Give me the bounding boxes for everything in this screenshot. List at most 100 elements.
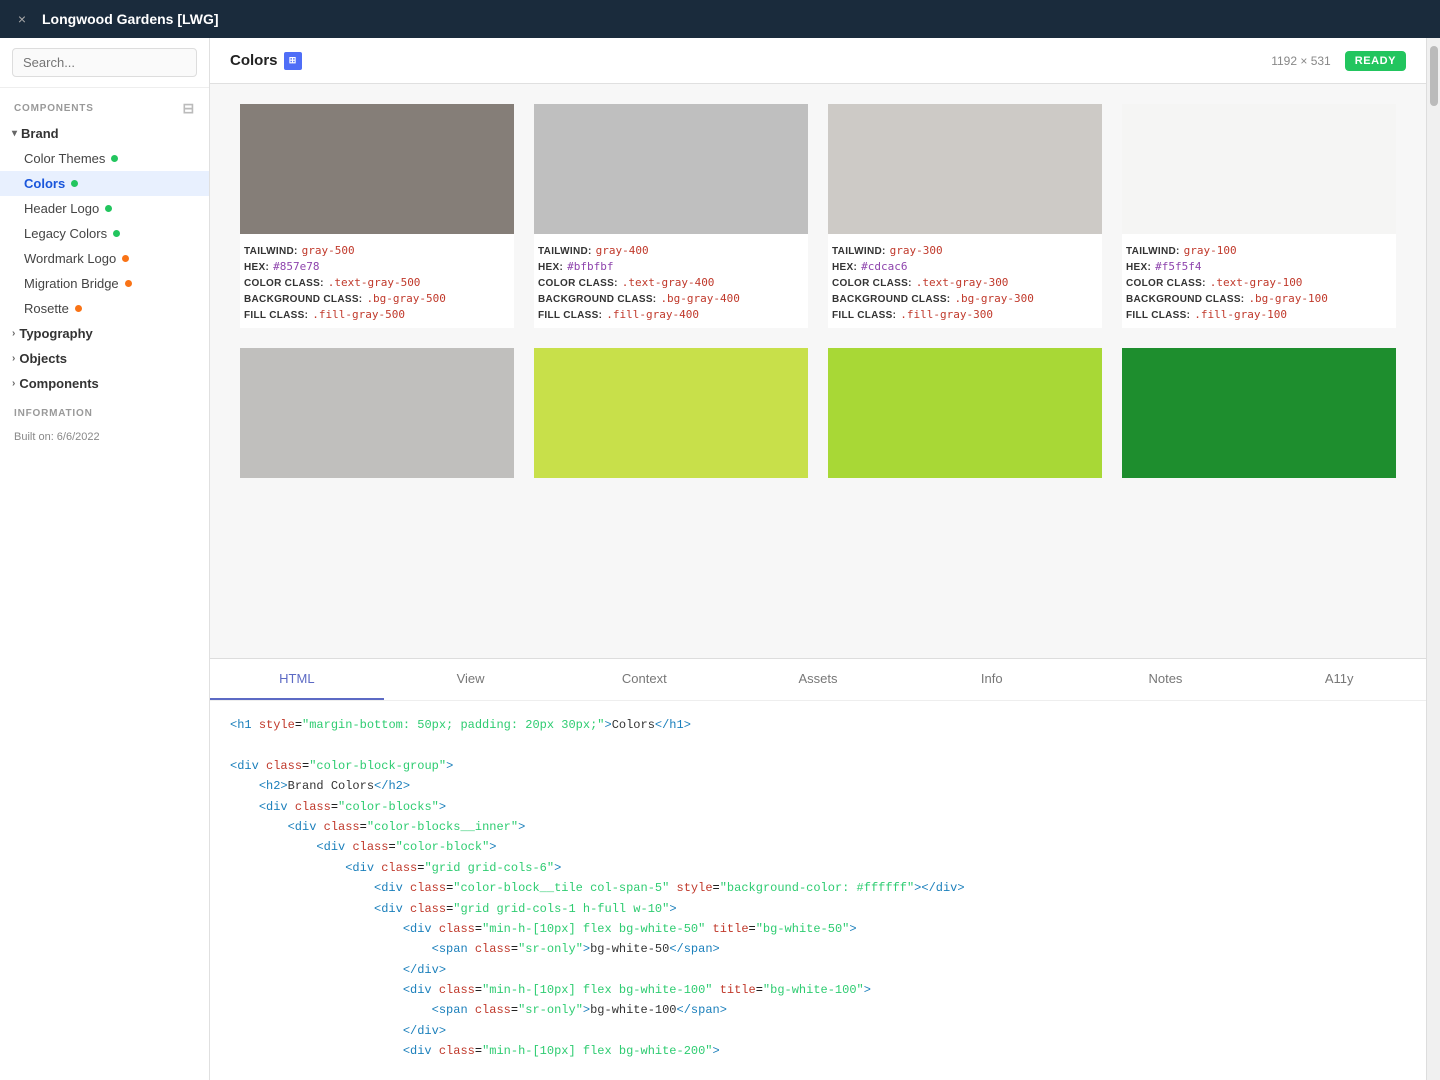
search-bar[interactable] <box>0 38 209 88</box>
color-themes-status-dot <box>111 155 118 162</box>
wordmark-logo-label: Wordmark Logo <box>24 251 116 266</box>
tab-info[interactable]: Info <box>905 659 1079 700</box>
migration-bridge-label: Migration Bridge <box>24 276 119 291</box>
scrollbar-thumb[interactable] <box>1430 46 1438 106</box>
code-line: </div> <box>230 1021 1406 1041</box>
colors-label: Colors <box>24 176 65 191</box>
color-card <box>240 348 514 478</box>
typography-group-label: Typography <box>19 326 92 341</box>
code-line: <span class="sr-only">bg-white-100</span… <box>230 1000 1406 1020</box>
color-grid-row2 <box>240 348 1396 478</box>
chevron-down-icon: ▾ <box>12 128 17 139</box>
sidebar-group-objects[interactable]: › Objects <box>0 346 209 371</box>
main-panel: Colors ⊞ 1192 × 531 READY TAILWIND: gray… <box>210 38 1426 1080</box>
dimensions-text: 1192 × 531 <box>1271 54 1331 68</box>
color-card <box>828 348 1102 478</box>
main-area: Colors ⊞ 1192 × 531 READY TAILWIND: gray… <box>210 38 1440 1080</box>
legacy-colors-label: Legacy Colors <box>24 226 107 241</box>
components-group-label: Components <box>19 376 98 391</box>
preview-area: TAILWIND: gray-500 HEX: #857e78 COLOR CL… <box>210 84 1426 658</box>
code-line: <div class="min-h-[10px] flex bg-white-5… <box>230 919 1406 939</box>
color-swatch <box>534 104 808 234</box>
color-card: TAILWIND: gray-400 HEX: #bfbfbf COLOR CL… <box>534 104 808 328</box>
migration-bridge-status-dot <box>125 280 132 287</box>
code-line <box>230 735 1406 755</box>
tab-a11y[interactable]: A11y <box>1252 659 1426 700</box>
brand-group-label: Brand <box>21 126 59 141</box>
color-swatch <box>1122 348 1396 478</box>
code-line: </div> <box>230 960 1406 980</box>
color-grid-row1: TAILWIND: gray-500 HEX: #857e78 COLOR CL… <box>240 104 1396 328</box>
tab-view[interactable]: View <box>384 659 558 700</box>
tab-notes[interactable]: Notes <box>1079 659 1253 700</box>
color-card <box>534 348 808 478</box>
color-card <box>1122 348 1396 478</box>
sidebar-group-brand[interactable]: ▾ Brand <box>0 121 209 146</box>
code-line: <div class="color-block__tile col-span-5… <box>230 878 1406 898</box>
code-panel: <h1 style="margin-bottom: 50px; padding:… <box>210 700 1426 1080</box>
code-line: <div class="color-blocks"> <box>230 797 1406 817</box>
code-line: <h1 style="margin-bottom: 50px; padding:… <box>230 715 1406 735</box>
close-button[interactable]: × <box>12 9 32 29</box>
chevron-right-icon-3: › <box>12 378 15 389</box>
sidebar-item-rosette[interactable]: Rosette <box>0 296 209 321</box>
app-body: COMPONENTS ⊟ ▾ Brand Color Themes Colors… <box>0 38 1440 1080</box>
collapse-icon[interactable]: ⊟ <box>182 100 195 117</box>
tabs-bar: HTML View Context Assets Info Notes A11y <box>210 658 1426 700</box>
header-logo-status-dot <box>105 205 112 212</box>
sidebar-item-migration-bridge[interactable]: Migration Bridge <box>0 271 209 296</box>
information-label: INFORMATION <box>14 408 195 419</box>
brand-items: Color Themes Colors Header Logo Legacy C… <box>0 146 209 321</box>
built-on-text: Built on: 6/6/2022 <box>0 427 209 453</box>
wordmark-logo-status-dot <box>122 255 129 262</box>
code-line: <h2>Brand Colors</h2> <box>230 776 1406 796</box>
header-logo-label: Header Logo <box>24 201 99 216</box>
sidebar: COMPONENTS ⊟ ▾ Brand Color Themes Colors… <box>0 38 210 1080</box>
sidebar-item-color-themes[interactable]: Color Themes <box>0 146 209 171</box>
color-swatch <box>240 348 514 478</box>
color-swatch <box>240 104 514 234</box>
legacy-colors-status-dot <box>113 230 120 237</box>
page-title: Colors ⊞ <box>230 52 302 70</box>
code-line: <div class="grid grid-cols-6"> <box>230 858 1406 878</box>
ready-badge: READY <box>1345 51 1406 71</box>
code-line: <div class="min-h-[10px] flex bg-white-1… <box>230 980 1406 1000</box>
color-swatch <box>534 348 808 478</box>
sidebar-group-typography[interactable]: › Typography <box>0 321 209 346</box>
code-line: <div class="grid grid-cols-1 h-full w-10… <box>230 899 1406 919</box>
code-line: <div class="color-block"> <box>230 837 1406 857</box>
objects-group-label: Objects <box>19 351 67 366</box>
tab-assets[interactable]: Assets <box>731 659 905 700</box>
sidebar-item-legacy-colors[interactable]: Legacy Colors <box>0 221 209 246</box>
info-section: INFORMATION <box>0 396 209 427</box>
colors-status-dot <box>71 180 78 187</box>
chevron-right-icon-2: › <box>12 353 15 364</box>
app-title: Longwood Gardens [LWG] <box>42 11 219 27</box>
rosette-label: Rosette <box>24 301 69 316</box>
color-swatch <box>828 104 1102 234</box>
code-line: <div class="color-blocks__inner"> <box>230 817 1406 837</box>
sidebar-item-colors[interactable]: Colors <box>0 171 209 196</box>
sidebar-item-header-logo[interactable]: Header Logo <box>0 196 209 221</box>
rosette-status-dot <box>75 305 82 312</box>
right-scrollbar[interactable] <box>1426 38 1440 1080</box>
color-swatch <box>1122 104 1396 234</box>
tab-context[interactable]: Context <box>557 659 731 700</box>
search-input[interactable] <box>12 48 197 77</box>
title-bar: × Longwood Gardens [LWG] <box>0 0 1440 38</box>
color-card: TAILWIND: gray-500 HEX: #857e78 COLOR CL… <box>240 104 514 328</box>
code-line: <div class="min-h-[10px] flex bg-white-2… <box>230 1041 1406 1061</box>
chevron-right-icon: › <box>12 328 15 339</box>
color-card: TAILWIND: gray-100 HEX: #f5f5f4 COLOR CL… <box>1122 104 1396 328</box>
components-section-label: COMPONENTS ⊟ <box>0 88 209 121</box>
code-line: <div class="color-block-group"> <box>230 756 1406 776</box>
sidebar-group-components[interactable]: › Components <box>0 371 209 396</box>
code-line: <span class="sr-only">bg-white-50</span> <box>230 939 1406 959</box>
sidebar-item-wordmark-logo[interactable]: Wordmark Logo <box>0 246 209 271</box>
color-swatch <box>828 348 1102 478</box>
top-bar: Colors ⊞ 1192 × 531 READY <box>210 38 1426 84</box>
frame-icon: ⊞ <box>284 52 302 70</box>
tab-html[interactable]: HTML <box>210 659 384 700</box>
color-card: TAILWIND: gray-300 HEX: #cdcac6 COLOR CL… <box>828 104 1102 328</box>
color-themes-label: Color Themes <box>24 151 105 166</box>
